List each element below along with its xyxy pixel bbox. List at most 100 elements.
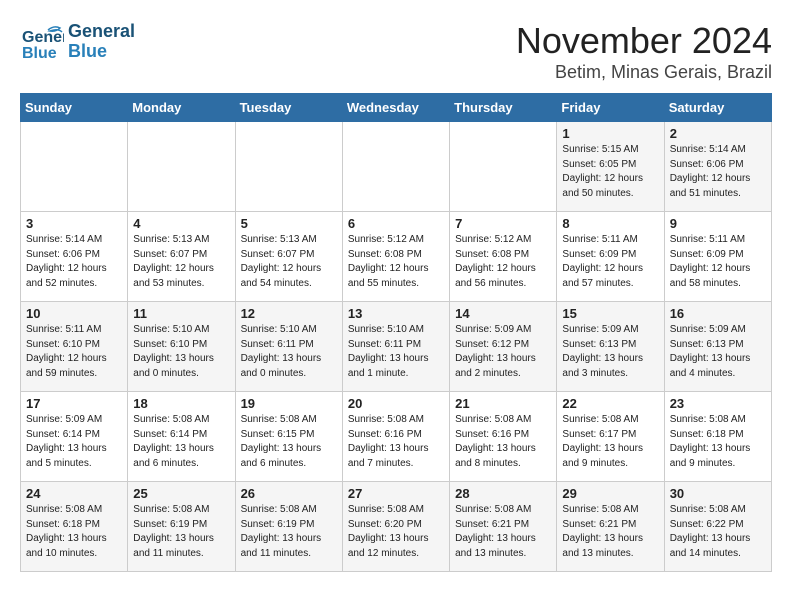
calendar-cell: 19 Sunrise: 5:08 AM Sunset: 6:15 PM Dayli… [235,392,342,482]
svg-text:Blue: Blue [22,45,57,62]
day-number: 2 [670,126,766,141]
calendar-cell: 27 Sunrise: 5:08 AM Sunset: 6:20 PM Dayli… [342,482,449,572]
day-number: 13 [348,306,444,321]
day-info: Sunrise: 5:08 AM Sunset: 6:16 PM Dayligh… [455,413,551,471]
day-number: 9 [670,216,766,231]
day-number: 15 [562,306,658,321]
day-number: 5 [241,216,337,231]
day-info: Sunrise: 5:09 AM Sunset: 6:13 PM Dayligh… [562,323,658,381]
calendar-cell [128,122,235,212]
day-number: 17 [26,396,122,411]
calendar-cell: 11 Sunrise: 5:10 AM Sunset: 6:10 PM Dayli… [128,302,235,392]
calendar-cell: 29 Sunrise: 5:08 AM Sunset: 6:21 PM Dayli… [557,482,664,572]
weekday-header: Sunday [21,94,128,122]
logo-line1: General [68,22,135,42]
day-info: Sunrise: 5:08 AM Sunset: 6:20 PM Dayligh… [348,503,444,561]
month-title: November 2024 [516,20,772,62]
day-number: 16 [670,306,766,321]
day-number: 26 [241,486,337,501]
logo-line2: Blue [68,42,135,62]
day-info: Sunrise: 5:11 AM Sunset: 6:10 PM Dayligh… [26,323,122,381]
day-number: 29 [562,486,658,501]
weekday-header: Friday [557,94,664,122]
day-number: 28 [455,486,551,501]
day-info: Sunrise: 5:08 AM Sunset: 6:19 PM Dayligh… [241,503,337,561]
day-number: 10 [26,306,122,321]
weekday-header: Monday [128,94,235,122]
calendar-cell: 26 Sunrise: 5:08 AM Sunset: 6:19 PM Dayli… [235,482,342,572]
calendar-cell: 6Sunrise: 5:12 AM Sunset: 6:08 PM Daylig… [342,212,449,302]
day-info: Sunrise: 5:12 AM Sunset: 6:08 PM Dayligh… [348,233,444,291]
calendar-cell: 8 Sunrise: 5:11 AM Sunset: 6:09 PM Daylig… [557,212,664,302]
calendar-cell: 9 Sunrise: 5:11 AM Sunset: 6:09 PM Daylig… [664,212,771,302]
day-info: Sunrise: 5:08 AM Sunset: 6:21 PM Dayligh… [455,503,551,561]
calendar-cell [342,122,449,212]
day-info: Sunrise: 5:09 AM Sunset: 6:12 PM Dayligh… [455,323,551,381]
day-info: Sunrise: 5:11 AM Sunset: 6:09 PM Dayligh… [562,233,658,291]
calendar-cell: 12Sunrise: 5:10 AM Sunset: 6:11 PM Dayli… [235,302,342,392]
day-info: Sunrise: 5:08 AM Sunset: 6:14 PM Dayligh… [133,413,229,471]
calendar-cell: 14 Sunrise: 5:09 AM Sunset: 6:12 PM Dayli… [450,302,557,392]
day-number: 3 [26,216,122,231]
calendar-week-row: 3 Sunrise: 5:14 AM Sunset: 6:06 PM Daylig… [21,212,772,302]
page-header: General Blue General Blue November 2024 … [20,20,772,83]
calendar-cell: 23 Sunrise: 5:08 AM Sunset: 6:18 PM Dayli… [664,392,771,482]
calendar-cell: 17 Sunrise: 5:09 AM Sunset: 6:14 PM Dayli… [21,392,128,482]
logo-icon: General Blue [20,20,64,64]
day-info: Sunrise: 5:14 AM Sunset: 6:06 PM Dayligh… [26,233,122,291]
day-number: 30 [670,486,766,501]
day-number: 4 [133,216,229,231]
calendar-week-row: 17 Sunrise: 5:09 AM Sunset: 6:14 PM Dayli… [21,392,772,482]
location-title: Betim, Minas Gerais, Brazil [516,62,772,83]
day-info: Sunrise: 5:09 AM Sunset: 6:14 PM Dayligh… [26,413,122,471]
day-info: Sunrise: 5:11 AM Sunset: 6:09 PM Dayligh… [670,233,766,291]
day-info: Sunrise: 5:08 AM Sunset: 6:16 PM Dayligh… [348,413,444,471]
day-info: Sunrise: 5:08 AM Sunset: 6:22 PM Dayligh… [670,503,766,561]
day-info: Sunrise: 5:08 AM Sunset: 6:21 PM Dayligh… [562,503,658,561]
calendar-cell: 3 Sunrise: 5:14 AM Sunset: 6:06 PM Daylig… [21,212,128,302]
calendar-header: SundayMondayTuesdayWednesdayThursdayFrid… [21,94,772,122]
day-info: Sunrise: 5:10 AM Sunset: 6:11 PM Dayligh… [241,323,337,381]
day-number: 24 [26,486,122,501]
day-number: 8 [562,216,658,231]
calendar-table: SundayMondayTuesdayWednesdayThursdayFrid… [20,93,772,572]
day-info: Sunrise: 5:10 AM Sunset: 6:10 PM Dayligh… [133,323,229,381]
day-number: 19 [241,396,337,411]
calendar-cell: 5 Sunrise: 5:13 AM Sunset: 6:07 PM Daylig… [235,212,342,302]
day-number: 11 [133,306,229,321]
calendar-cell: 22Sunrise: 5:08 AM Sunset: 6:17 PM Dayli… [557,392,664,482]
day-info: Sunrise: 5:14 AM Sunset: 6:06 PM Dayligh… [670,143,766,201]
calendar-cell: 1 Sunrise: 5:15 AM Sunset: 6:05 PM Daylig… [557,122,664,212]
calendar-week-row: 1 Sunrise: 5:15 AM Sunset: 6:05 PM Daylig… [21,122,772,212]
day-number: 7 [455,216,551,231]
day-info: Sunrise: 5:12 AM Sunset: 6:08 PM Dayligh… [455,233,551,291]
day-info: Sunrise: 5:09 AM Sunset: 6:13 PM Dayligh… [670,323,766,381]
calendar-cell: 28 Sunrise: 5:08 AM Sunset: 6:21 PM Dayli… [450,482,557,572]
calendar-cell: 2 Sunrise: 5:14 AM Sunset: 6:06 PM Daylig… [664,122,771,212]
day-number: 1 [562,126,658,141]
day-info: Sunrise: 5:15 AM Sunset: 6:05 PM Dayligh… [562,143,658,201]
day-info: Sunrise: 5:10 AM Sunset: 6:11 PM Dayligh… [348,323,444,381]
day-info: Sunrise: 5:08 AM Sunset: 6:15 PM Dayligh… [241,413,337,471]
day-number: 27 [348,486,444,501]
calendar-week-row: 24 Sunrise: 5:08 AM Sunset: 6:18 PM Dayli… [21,482,772,572]
day-info: Sunrise: 5:08 AM Sunset: 6:18 PM Dayligh… [26,503,122,561]
calendar-cell: 10 Sunrise: 5:11 AM Sunset: 6:10 PM Dayli… [21,302,128,392]
day-number: 18 [133,396,229,411]
day-number: 22 [562,396,658,411]
day-number: 21 [455,396,551,411]
calendar-cell: 13 Sunrise: 5:10 AM Sunset: 6:11 PM Dayli… [342,302,449,392]
svg-text:General: General [22,29,64,46]
day-info: Sunrise: 5:08 AM Sunset: 6:18 PM Dayligh… [670,413,766,471]
day-number: 14 [455,306,551,321]
day-number: 25 [133,486,229,501]
calendar-cell: 20Sunrise: 5:08 AM Sunset: 6:16 PM Dayli… [342,392,449,482]
day-info: Sunrise: 5:13 AM Sunset: 6:07 PM Dayligh… [241,233,337,291]
calendar-cell: 4 Sunrise: 5:13 AM Sunset: 6:07 PM Daylig… [128,212,235,302]
day-number: 23 [670,396,766,411]
calendar-cell [450,122,557,212]
calendar-cell [235,122,342,212]
logo: General Blue General Blue [20,20,135,64]
day-info: Sunrise: 5:13 AM Sunset: 6:07 PM Dayligh… [133,233,229,291]
calendar-cell: 24 Sunrise: 5:08 AM Sunset: 6:18 PM Dayli… [21,482,128,572]
